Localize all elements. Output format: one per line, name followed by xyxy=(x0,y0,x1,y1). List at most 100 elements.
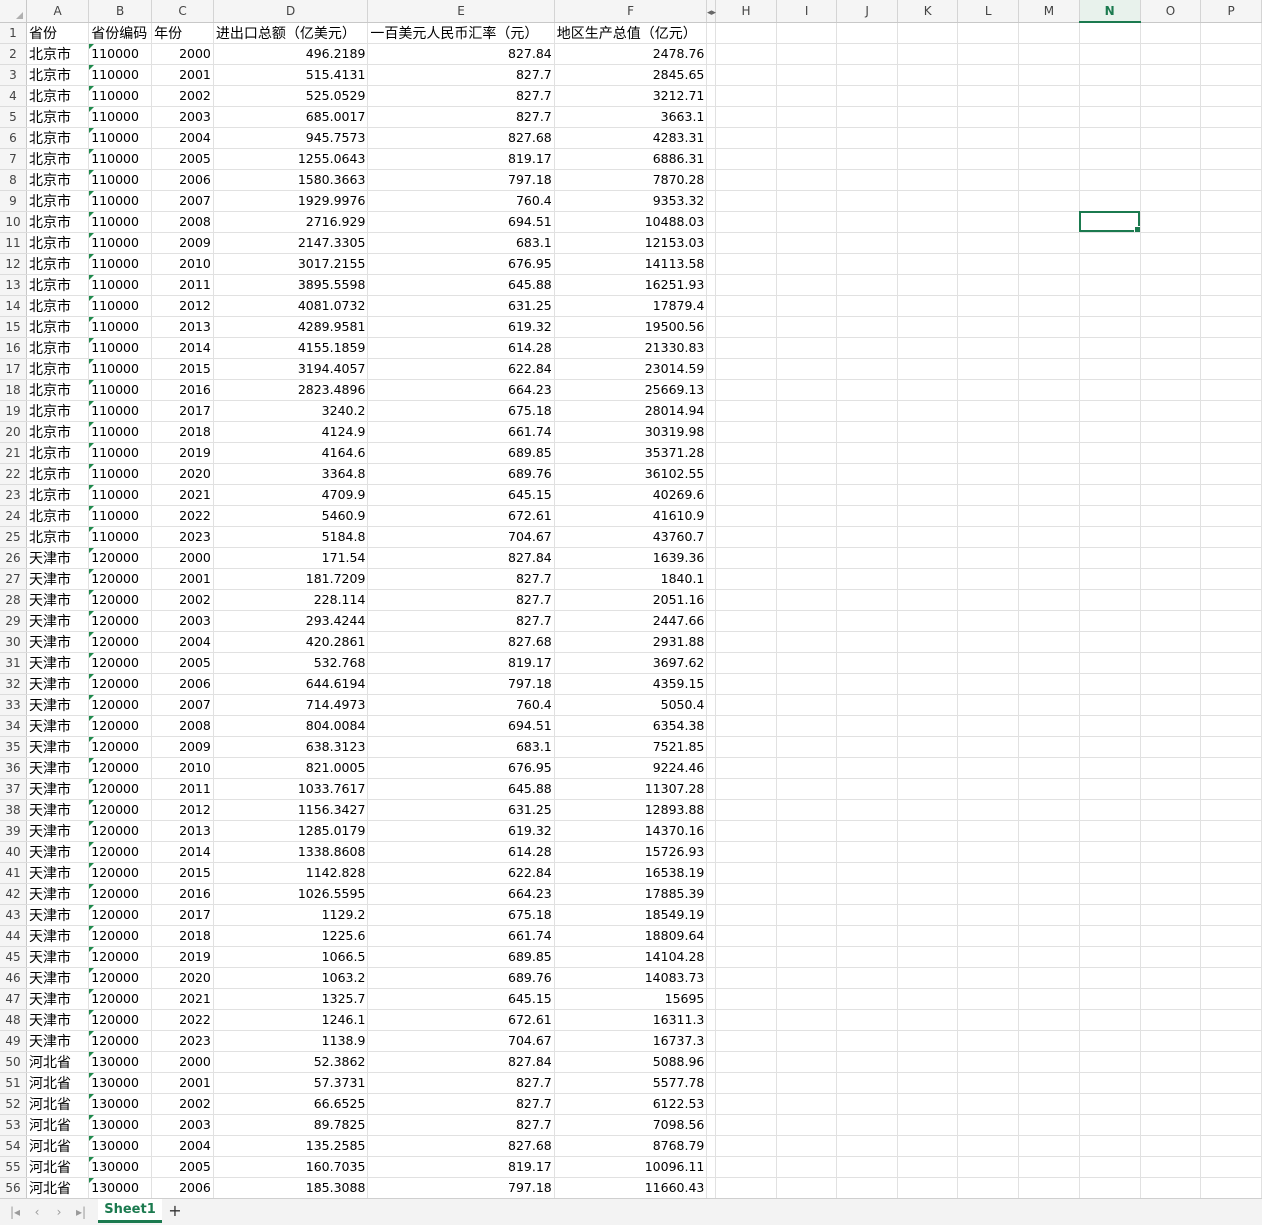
cell-e7[interactable]: 819.17 xyxy=(367,148,555,170)
cell-j11[interactable] xyxy=(836,232,898,254)
cell-g1[interactable] xyxy=(706,22,717,44)
cell-i38[interactable] xyxy=(776,799,838,821)
cell-n11[interactable] xyxy=(1079,232,1141,254)
cell-c31[interactable]: 2005 xyxy=(151,652,214,674)
cell-o14[interactable] xyxy=(1140,295,1202,317)
cell-c41[interactable]: 2015 xyxy=(151,862,214,884)
cell-o16[interactable] xyxy=(1140,337,1202,359)
cell-p27[interactable] xyxy=(1200,568,1262,590)
cell-g28[interactable] xyxy=(706,589,717,611)
cell-k10[interactable] xyxy=(897,211,959,233)
cell-k22[interactable] xyxy=(897,463,959,485)
cell-l34[interactable] xyxy=(957,715,1020,737)
cell-f48[interactable]: 16311.3 xyxy=(554,1009,708,1031)
cell-p41[interactable] xyxy=(1200,862,1262,884)
cell-o29[interactable] xyxy=(1140,610,1202,632)
cell-c42[interactable]: 2016 xyxy=(151,883,214,905)
cell-g27[interactable] xyxy=(706,568,717,590)
cell-k16[interactable] xyxy=(897,337,959,359)
cell-a16[interactable]: 北京市 xyxy=(26,337,90,359)
cell-j40[interactable] xyxy=(836,841,898,863)
cell-k48[interactable] xyxy=(897,1009,959,1031)
cell-n21[interactable] xyxy=(1079,442,1141,464)
cell-b26[interactable]: 120000 xyxy=(88,547,153,569)
cell-k17[interactable] xyxy=(897,358,959,380)
cell-g14[interactable] xyxy=(706,295,717,317)
cell-h34[interactable] xyxy=(715,715,777,737)
cell-p8[interactable] xyxy=(1200,169,1262,191)
cell-d44[interactable]: 1225.6 xyxy=(213,925,369,947)
cell-m47[interactable] xyxy=(1018,988,1080,1010)
cell-j55[interactable] xyxy=(836,1156,898,1178)
cell-f43[interactable]: 18549.19 xyxy=(554,904,708,926)
cell-o18[interactable] xyxy=(1140,379,1202,401)
cell-d2[interactable]: 496.2189 xyxy=(213,43,369,65)
cell-o42[interactable] xyxy=(1140,883,1202,905)
cell-n46[interactable] xyxy=(1079,967,1141,989)
cell-g10[interactable] xyxy=(706,211,717,233)
cell-e43[interactable]: 675.18 xyxy=(367,904,555,926)
cell-p3[interactable] xyxy=(1200,64,1262,86)
cell-p52[interactable] xyxy=(1200,1093,1262,1115)
cell-p54[interactable] xyxy=(1200,1135,1262,1157)
cell-e4[interactable]: 827.7 xyxy=(367,85,555,107)
cell-n37[interactable] xyxy=(1079,778,1141,800)
cell-l19[interactable] xyxy=(957,400,1020,422)
cell-h3[interactable] xyxy=(715,64,777,86)
cell-f11[interactable]: 12153.03 xyxy=(554,232,708,254)
cell-i28[interactable] xyxy=(776,589,838,611)
next-sheet-icon[interactable]: › xyxy=(50,1203,68,1221)
cell-f25[interactable]: 43760.7 xyxy=(554,526,708,548)
cell-j53[interactable] xyxy=(836,1114,898,1136)
cell-l36[interactable] xyxy=(957,757,1020,779)
cell-n30[interactable] xyxy=(1079,631,1141,653)
cell-d22[interactable]: 3364.8 xyxy=(213,463,369,485)
cell-o35[interactable] xyxy=(1140,736,1202,758)
cell-b20[interactable]: 110000 xyxy=(88,421,153,443)
cell-h26[interactable] xyxy=(715,547,777,569)
cell-n12[interactable] xyxy=(1079,253,1141,275)
cell-m22[interactable] xyxy=(1018,463,1080,485)
cell-i50[interactable] xyxy=(776,1051,838,1073)
cell-l53[interactable] xyxy=(957,1114,1020,1136)
cell-p2[interactable] xyxy=(1200,43,1262,65)
cell-a39[interactable]: 天津市 xyxy=(26,820,90,842)
cell-l32[interactable] xyxy=(957,673,1020,695)
cell-o27[interactable] xyxy=(1140,568,1202,590)
cell-o44[interactable] xyxy=(1140,925,1202,947)
cell-e30[interactable]: 827.68 xyxy=(367,631,555,653)
row-header[interactable]: 16 xyxy=(0,337,27,359)
row-header[interactable]: 40 xyxy=(0,841,27,863)
cell-m53[interactable] xyxy=(1018,1114,1080,1136)
row-header[interactable]: 18 xyxy=(0,379,27,401)
cell-k21[interactable] xyxy=(897,442,959,464)
row-header[interactable]: 14 xyxy=(0,295,27,317)
cell-o11[interactable] xyxy=(1140,232,1202,254)
cell-l52[interactable] xyxy=(957,1093,1020,1115)
cell-g40[interactable] xyxy=(706,841,717,863)
cell-d12[interactable]: 3017.2155 xyxy=(213,253,369,275)
cell-h39[interactable] xyxy=(715,820,777,842)
cell-c14[interactable]: 2012 xyxy=(151,295,214,317)
cell-p34[interactable] xyxy=(1200,715,1262,737)
row-header[interactable]: 10 xyxy=(0,211,27,233)
cell-m41[interactable] xyxy=(1018,862,1080,884)
cell-b34[interactable]: 120000 xyxy=(88,715,153,737)
cell-l7[interactable] xyxy=(957,148,1020,170)
cell-g5[interactable] xyxy=(706,106,717,128)
cell-i43[interactable] xyxy=(776,904,838,926)
cell-m50[interactable] xyxy=(1018,1051,1080,1073)
cell-m21[interactable] xyxy=(1018,442,1080,464)
cell-f7[interactable]: 6886.31 xyxy=(554,148,708,170)
cell-m8[interactable] xyxy=(1018,169,1080,191)
cell-j41[interactable] xyxy=(836,862,898,884)
cell-n13[interactable] xyxy=(1079,274,1141,296)
cell-c36[interactable]: 2010 xyxy=(151,757,214,779)
cell-d19[interactable]: 3240.2 xyxy=(213,400,369,422)
cell-a53[interactable]: 河北省 xyxy=(26,1114,90,1136)
cell-i11[interactable] xyxy=(776,232,838,254)
cell-a10[interactable]: 北京市 xyxy=(26,211,90,233)
cell-h52[interactable] xyxy=(715,1093,777,1115)
cell-i48[interactable] xyxy=(776,1009,838,1031)
cell-m54[interactable] xyxy=(1018,1135,1080,1157)
